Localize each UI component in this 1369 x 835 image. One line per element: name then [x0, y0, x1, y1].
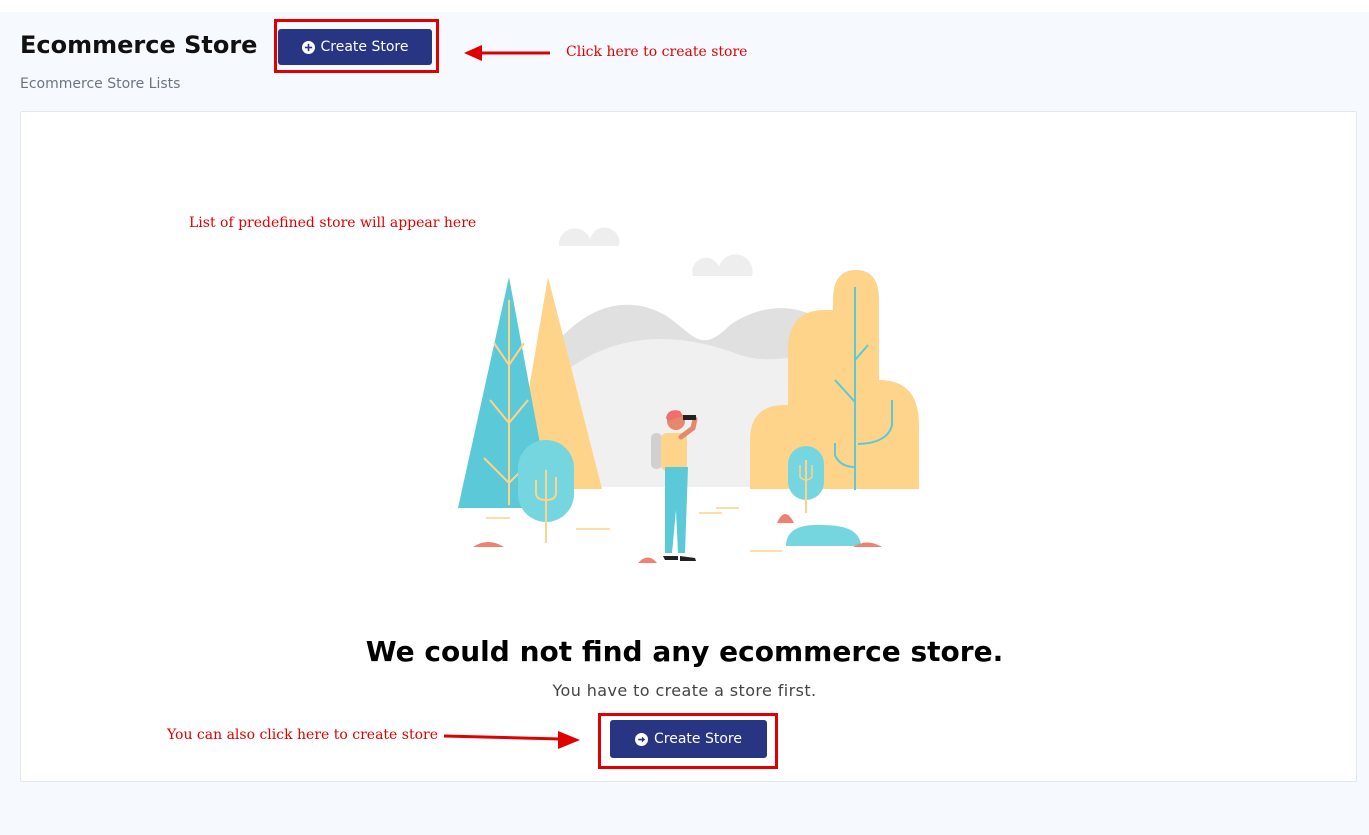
annotation-top: Click here to create store: [566, 44, 748, 60]
page-title: Ecommerce Store: [20, 31, 258, 59]
empty-state-heading: We could not find any ecommerce store.: [365, 635, 1004, 668]
highlight-box-top: [274, 19, 439, 73]
top-strip: [0, 0, 1369, 12]
empty-state-illustration: [440, 227, 930, 563]
annotation-middle: List of predefined store will appear her…: [189, 215, 477, 231]
annotation-arrow-bottom: [443, 731, 580, 749]
empty-state-message: You have to create a store first.: [552, 681, 817, 700]
page-subtitle: Ecommerce Store Lists: [20, 76, 181, 92]
highlight-box-bottom: [598, 713, 778, 769]
annotation-bottom: You can also click here to create store: [167, 727, 439, 743]
annotation-arrow-top: [464, 45, 550, 61]
